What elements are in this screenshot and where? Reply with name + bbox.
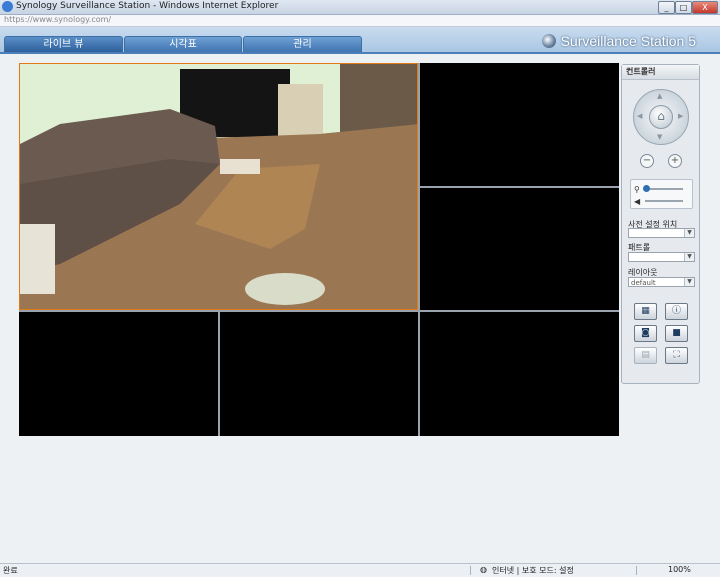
pan-up-icon[interactable]: ▲ [657, 92, 662, 100]
video-camera-icon: ■ [672, 328, 681, 338]
controller-panel: 컨트롤러 ▲ ▼ ◀ ▶ ⌂ − + ⚲ ◀ 사전 설정 위치 ▼ 패트롤 ▼ … [621, 64, 700, 384]
preset-select[interactable]: ▼ [628, 228, 695, 238]
status-divider [470, 566, 471, 575]
window-title: Synology Surveillance Station - Windows … [16, 1, 279, 11]
zoom-icon: ⚲ [634, 184, 640, 194]
slider-box: ⚲ ◀ [630, 179, 693, 209]
live-view-grid [19, 63, 619, 436]
security-zone: 인터넷 | 보호 모드: 설정 [492, 566, 574, 575]
tab-live-view[interactable]: 라이브 뷰 [4, 36, 123, 52]
status-divider [636, 566, 637, 575]
browser-status-bar: 완료 ◍ 인터넷 | 보호 모드: 설정 100% [0, 563, 720, 577]
camera-image [20, 64, 417, 309]
window-titlebar: Synology Surveillance Station - Windows … [0, 0, 720, 15]
pan-left-icon[interactable]: ◀ [637, 112, 642, 120]
record-button[interactable]: ■ [665, 325, 688, 342]
ptz-home-icon[interactable]: ⌂ [649, 105, 673, 129]
app-tab-bar: 라이브 뷰 시각표 관리 Surveillance Station 5 [0, 27, 720, 54]
pan-right-icon[interactable]: ▶ [678, 112, 683, 120]
camera-slot-3[interactable] [420, 188, 619, 310]
info-icon: ⓘ [671, 306, 681, 316]
chevron-down-icon[interactable]: ▼ [684, 278, 694, 286]
camera-icon: ◙ [641, 328, 650, 338]
tab-management[interactable]: 관리 [243, 36, 362, 52]
camera-slot-4[interactable] [19, 312, 218, 436]
minimize-button[interactable]: _ [658, 1, 675, 14]
fullscreen-button[interactable]: ⛶ [665, 347, 688, 364]
brand-name: Surveillance Station 5 [560, 33, 696, 49]
folder-icon: ▤ [641, 350, 650, 360]
camera-info-button[interactable]: ⓘ [665, 303, 688, 320]
ie-logo-icon [2, 1, 13, 12]
chevron-down-icon[interactable]: ▼ [684, 229, 694, 237]
camera-slot-5[interactable] [220, 312, 418, 436]
brand: Surveillance Station 5 [541, 33, 696, 49]
volume-icon: ◀ [634, 196, 641, 206]
zoom-slider[interactable] [643, 185, 683, 192]
snapshot-list-button[interactable]: ▤ [634, 347, 657, 364]
controller-title: 컨트롤러 [622, 65, 699, 80]
volume-slider[interactable] [645, 200, 683, 202]
layout-grid-button[interactable]: ▦ [634, 303, 657, 320]
surveillance-logo-icon [541, 34, 556, 48]
zoom-in-button[interactable]: + [668, 154, 682, 168]
layout-select[interactable]: default ▼ [628, 277, 695, 287]
camera-feed-1[interactable] [19, 63, 418, 310]
chevron-down-icon[interactable]: ▼ [684, 253, 694, 261]
pan-down-icon[interactable]: ▼ [657, 133, 662, 141]
globe-icon: ◍ [480, 565, 487, 574]
fullscreen-icon: ⛶ [673, 350, 680, 360]
close-button[interactable]: X [692, 1, 718, 14]
grid-icon: ▦ [641, 306, 650, 316]
tab-timeline[interactable]: 시각표 [124, 36, 242, 52]
snapshot-button[interactable]: ◙ [634, 325, 657, 342]
ptz-control[interactable]: ▲ ▼ ◀ ▶ ⌂ [633, 89, 689, 145]
layout-value: default [631, 279, 656, 287]
status-text: 완료 [3, 566, 18, 575]
address-url: https://www.synology.com/ [4, 15, 112, 24]
zoom-slider-handle[interactable] [643, 185, 650, 192]
zoom-level[interactable]: 100% [668, 565, 691, 574]
maximize-button[interactable]: □ [675, 1, 692, 14]
zoom-out-button[interactable]: − [640, 154, 654, 168]
camera-slot-2[interactable] [420, 63, 619, 186]
address-bar[interactable]: https://www.synology.com/ [0, 15, 720, 27]
camera-slot-6[interactable] [420, 312, 619, 436]
patrol-select[interactable]: ▼ [628, 252, 695, 262]
